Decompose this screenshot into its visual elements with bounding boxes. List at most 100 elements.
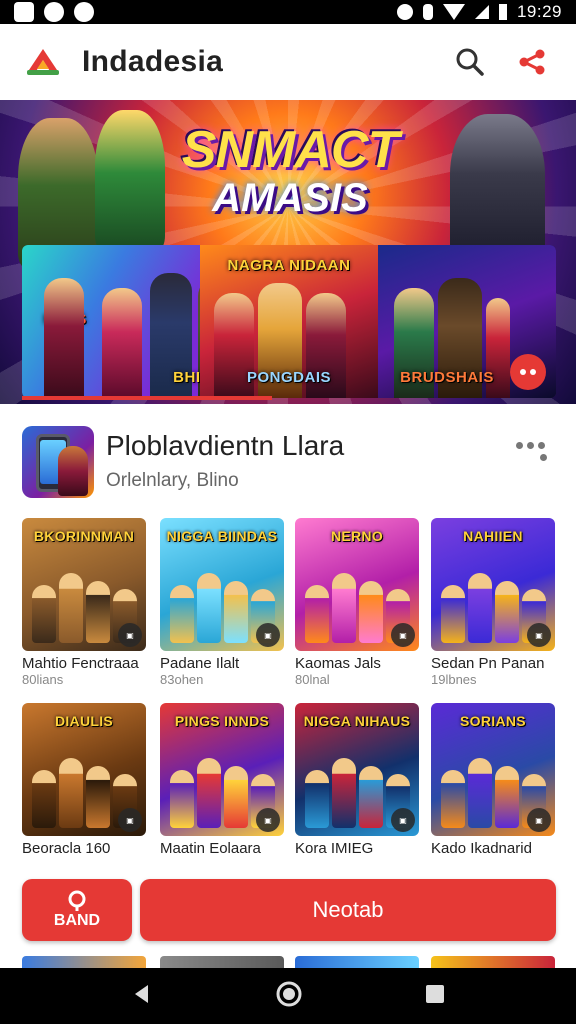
app-thumbnail[interactable] [22,426,94,498]
game-card[interactable]: NERNO ▣ Kaomas Jals 80lnal [295,518,419,687]
carousel-progress [22,396,272,400]
status-left [14,2,94,22]
game-card[interactable]: PINGS INNDS ▣ Maatin Eolaara [160,703,284,857]
share-icon[interactable] [512,42,552,82]
game-cover-character [85,581,110,643]
game-badge-icon: ▣ [256,623,280,647]
game-cover-character [467,573,492,643]
game-cover-title: NERNO [330,528,384,544]
hero-panel-2[interactable]: NAGRA NIDAAN PONGDAIS [200,245,378,398]
app-bar: Indadesia [0,24,576,100]
game-cover-title: NIGGA NIHAUS [303,713,411,729]
game-cover-character [58,758,83,828]
game-name: Padane Ilalt [160,655,240,672]
game-badge-icon: ▣ [256,808,280,832]
hero-title: SNMACT AMASIS [150,122,430,218]
notification-icon [14,2,34,22]
game-cover-character [223,581,248,643]
app-notification-icon [44,2,64,22]
game-badge-icon: ▣ [118,808,142,832]
game-cover-character [196,758,221,828]
app-title: Indadesia [82,45,224,78]
wifi-icon [442,4,465,20]
game-subtitle: 19lbnes [431,672,477,687]
next-row-preview [295,956,419,968]
neotab-button[interactable]: Neotab [140,879,556,941]
more-options-icon[interactable] [516,442,552,462]
game-name: Maatin Eolaara [160,840,261,857]
game-cover-character [169,585,194,643]
game-card[interactable]: SORIANS ▣ Kado Ikadnarid [431,703,555,857]
game-name: Beoracla 160 [22,840,111,857]
game-cover-character [331,573,356,643]
game-cover-character [58,573,83,643]
messenger-icon [74,2,94,22]
status-right: 19:29 [396,2,562,22]
home-icon[interactable] [275,980,303,1013]
game-card[interactable]: DIAULIS ▣ Beoracla 160 [22,703,146,857]
game-cover-character [440,770,465,828]
hero-title-line2: AMASIS [212,176,368,220]
hero-banner[interactable]: SNMACT AMASIS HAPS BHISWIS NAGRA NIDAAN … [0,100,576,404]
next-row-preview [431,956,555,968]
game-name: Kaomas Jals [295,655,381,672]
game-badge-icon: ▣ [391,623,415,647]
game-cover-title: BKORINNMAN [33,528,135,544]
game-card[interactable]: BKORINNMAN ▣ Mahtio Fenctraaa 80lians [22,518,146,687]
game-cover-character [358,766,383,828]
game-name: Kora IMIEG [295,840,374,857]
game-cover-character [304,770,329,828]
app-logo-icon [24,47,62,77]
game-card[interactable]: NAHIIEN ▣ Sedan Pn Panan 19lbnes [431,518,555,687]
game-badge-icon: ▣ [527,623,551,647]
game-cover-image: DIAULIS ▣ [22,703,146,836]
game-cover-title: PINGS INNDS [174,713,270,729]
game-cover-title: SORIANS [460,713,526,729]
game-cover-image: NIGGA BIINDAS ▣ [160,518,284,651]
game-cover-character [440,585,465,643]
hero-panel-1-label: BHISWIS [173,369,200,386]
hero-title-line1: SNMACT [181,121,399,179]
app-info-subtitle: Orlelnlary, Blino [106,470,239,491]
game-card[interactable]: NIGGA NIHAUS ▣ Kora IMIEG [295,703,419,857]
game-cover-character [169,770,194,828]
game-cover-image: BKORINNMAN ▣ [22,518,146,651]
hero-panels: HAPS BHISWIS NAGRA NIDAAN PONGDAIS BRUDS… [22,245,556,398]
hero-panel-2-label: PONGDAIS [246,369,331,386]
game-badge-icon: ▣ [391,808,415,832]
band-button-label: BAND [53,912,101,929]
hero-panel-1[interactable]: HAPS BHISWIS [22,245,200,398]
system-nav-bar [0,968,576,1024]
game-cover-character [31,585,56,643]
location-icon [68,890,86,911]
search-icon[interactable] [450,42,490,82]
game-subtitle: 80lnal [295,672,330,687]
recents-icon[interactable] [424,983,446,1010]
more-button[interactable] [510,354,546,390]
game-name: Sedan Pn Panan [431,655,545,672]
game-cover-image: PINGS INNDS ▣ [160,703,284,836]
game-card[interactable]: NIGGA BIINDAS ▣ Padane Ilalt 83ohen [160,518,284,687]
game-cover-image: SORIANS ▣ [431,703,555,836]
hero-character-right [450,114,545,264]
clock: 19:29 [516,2,562,21]
game-name: Mahtio Fenctraaa [22,655,139,672]
alarm-icon [396,4,413,20]
game-cover-image: NERNO ▣ [295,518,419,651]
game-cover-title: NAHIIEN [463,528,523,544]
signal-icon [474,5,489,19]
game-cover-image: NAHIIEN ▣ [431,518,555,651]
screen: 19:29 Indadesia SNMACT AMASIS BHI NAGRA … [0,0,576,1024]
game-badge-icon: ▣ [527,808,551,832]
game-cover-character [494,766,519,828]
back-icon[interactable] [130,982,154,1011]
next-row-preview [22,956,146,968]
next-row-preview [160,956,284,968]
game-cover-character [304,585,329,643]
game-cover-character [85,766,110,828]
app-info: Ploblavdientn Llara Orlelnlary, Blino [0,410,576,510]
hero-panel-3[interactable]: BRUDSHAIS [378,245,556,398]
band-button[interactable]: BAND [22,879,132,941]
game-subtitle: 80lians [22,672,64,687]
battery-icon [498,4,507,20]
